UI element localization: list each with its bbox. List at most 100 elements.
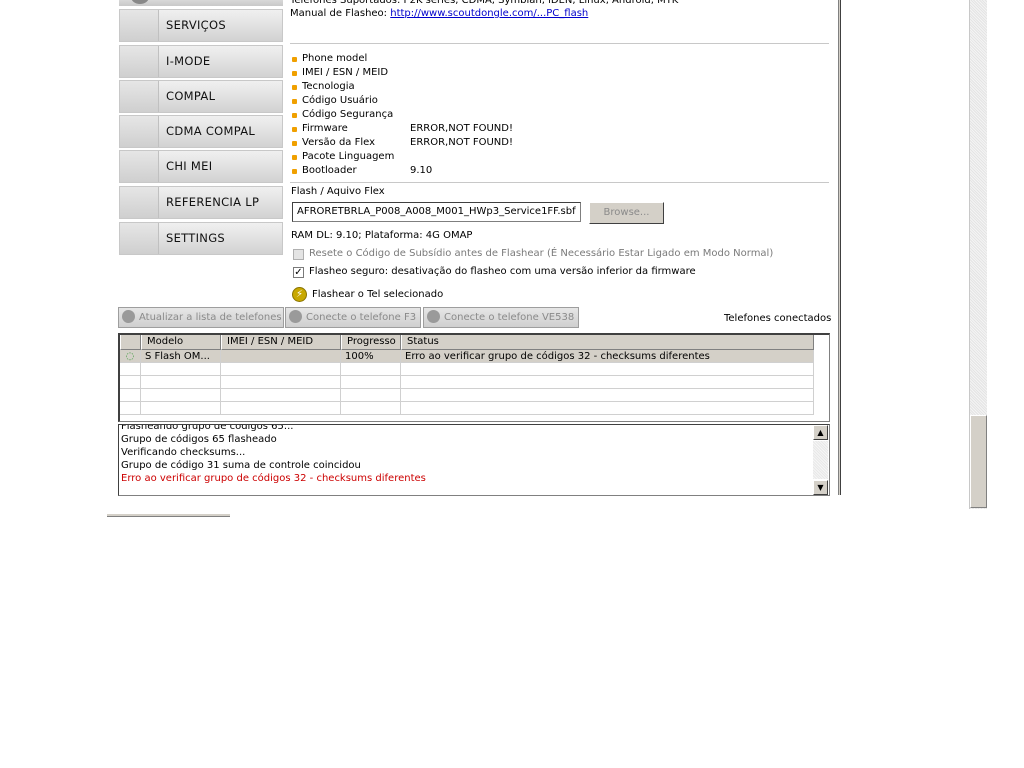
field-label-tecnologia: Tecnologia	[302, 81, 355, 92]
menu-item-label: I-MODE	[166, 54, 211, 68]
empty-cell	[141, 389, 221, 402]
scrollbar-track[interactable]	[813, 441, 828, 479]
spinner-icon: ◌	[120, 350, 141, 363]
phone-icon	[289, 309, 302, 323]
log-line: Flasheando grupo de códigos 65...	[121, 424, 294, 432]
menu-item-label: SETTINGS	[166, 231, 226, 245]
bullet-icon	[292, 113, 297, 118]
flash-file-input[interactable]: AFRORETBRLA_P008_A008_M001_HWp3_Service1…	[292, 202, 581, 222]
cell-status: Erro ao verificar grupo de códigos 32 - …	[401, 350, 814, 363]
connect-f3-label: Conecte o telefone F3	[306, 312, 417, 323]
menu-item-cdma-compal[interactable]: CDMA COMPAL	[119, 115, 283, 148]
phone-icon	[427, 309, 440, 323]
reset-subsidy-label: Resete o Código de Subsídio antes de Fla…	[309, 248, 774, 259]
divider	[290, 182, 829, 183]
cell-imei	[221, 350, 341, 363]
window-bottom-border	[107, 514, 230, 517]
column-header-modelo[interactable]: Modelo	[141, 335, 221, 350]
field-label-codigo-seguranca: Código Segurança	[302, 109, 394, 120]
menu-item-icon	[120, 187, 159, 218]
empty-cell	[341, 402, 401, 415]
refresh-icon	[122, 309, 135, 323]
bullet-icon	[292, 127, 297, 132]
menu-item-label: SERVIÇOS	[166, 18, 226, 32]
log-line: Grupo de código 31 suma de controle coin…	[121, 460, 361, 471]
empty-cell	[221, 376, 341, 389]
flash-selected-label[interactable]: Flashear o Tel selecionado	[312, 288, 443, 302]
column-header-progresso[interactable]: Progresso	[341, 335, 401, 350]
menu-icon	[131, 0, 149, 4]
bullet-icon	[292, 71, 297, 76]
empty-cell	[221, 389, 341, 402]
column-header-status[interactable]: Status	[401, 335, 814, 350]
field-value-versao-flex: ERROR,NOT FOUND!	[410, 137, 513, 148]
bullet-icon	[292, 99, 297, 104]
connect-ve538-label: Conecte o telefone VE538	[444, 312, 575, 323]
column-header-imei[interactable]: IMEI / ESN / MEID	[221, 335, 341, 350]
menu-item-partial[interactable]	[119, 0, 283, 6]
connect-f3-button[interactable]: Conecte o telefone F3	[285, 307, 421, 328]
log-line-error: Erro ao verificar grupo de códigos 32 - …	[121, 473, 426, 484]
safe-flash-checkbox[interactable]: ✓	[293, 267, 304, 278]
safe-flash-label: Flasheo seguro: desativação do flasheo c…	[309, 266, 696, 277]
menu-item-settings[interactable]: SETTINGS	[119, 222, 283, 255]
lightning-icon[interactable]: ⚡	[292, 287, 307, 302]
connected-phones-label: Telefones conectados	[724, 313, 832, 324]
manual-row: Manual de Flasheo: http://www.scoutdongl…	[290, 7, 588, 21]
flash-file-label: Flash / Aquivo Flex	[291, 186, 385, 197]
page-scrollbar[interactable]	[969, 0, 987, 509]
empty-cell	[120, 363, 141, 376]
empty-cell	[401, 402, 814, 415]
menu-item-i-mode[interactable]: I-MODE	[119, 45, 283, 78]
field-label-codigo-usuario: Código Usuário	[302, 95, 378, 106]
menu-item-icon	[120, 151, 159, 182]
menu-item-icon	[120, 116, 159, 147]
scrollbar-thumb[interactable]	[970, 415, 987, 508]
empty-cell	[120, 389, 141, 402]
log-panel[interactable]: Flasheando grupo de códigos 65... Grupo …	[118, 424, 830, 496]
field-label-pacote-linguagem: Pacote Linguagem	[302, 151, 395, 162]
column-header-icon[interactable]	[120, 335, 141, 350]
reset-subsidy-checkbox[interactable]	[293, 249, 304, 260]
window-right-border	[838, 0, 841, 495]
divider	[290, 43, 829, 44]
menu-item-icon	[120, 223, 159, 254]
empty-cell	[401, 389, 814, 402]
bullet-icon	[292, 57, 297, 62]
manual-label: Manual de Flasheo:	[290, 8, 388, 19]
empty-cell	[120, 376, 141, 389]
cell-progress: 100%	[341, 350, 401, 363]
window-left-edge	[107, 0, 108, 516]
menu-item-servicos[interactable]: SERVIÇOS	[119, 9, 283, 42]
refresh-phones-label: Atualizar a lista de telefones	[139, 312, 282, 323]
menu-item-compal[interactable]: COMPAL	[119, 80, 283, 113]
empty-cell	[141, 402, 221, 415]
field-value-firmware: ERROR,NOT FOUND!	[410, 123, 513, 134]
menu-item-label: CHI MEI	[166, 159, 213, 173]
field-label-phone-model: Phone model	[302, 53, 368, 64]
phones-table[interactable]: Modelo IMEI / ESN / MEID Progresso Statu…	[118, 333, 830, 422]
bullet-icon	[292, 141, 297, 146]
empty-cell	[341, 376, 401, 389]
ram-info: RAM DL: 9.10; Plataforma: 4G OMAP	[291, 230, 473, 241]
empty-cell	[120, 402, 141, 415]
scroll-up-button[interactable]: ▲	[813, 425, 828, 440]
field-label-imei: IMEI / ESN / MEID	[302, 67, 389, 78]
bullet-icon	[292, 169, 297, 174]
manual-link[interactable]: http://www.scoutdongle.com/...PC_flash	[390, 8, 588, 19]
refresh-phones-button[interactable]: Atualizar a lista de telefones	[118, 307, 284, 328]
menu-item-referencia-lp[interactable]: REFERENCIA LP	[119, 186, 283, 219]
menu-item-chi-mei[interactable]: CHI MEI	[119, 150, 283, 183]
bullet-icon	[292, 85, 297, 90]
log-line: Verificando checksums...	[121, 447, 246, 458]
scroll-down-button[interactable]: ▼	[813, 480, 828, 495]
browse-button[interactable]: Browse...	[589, 202, 664, 224]
empty-cell	[141, 376, 221, 389]
bullet-icon	[292, 155, 297, 160]
empty-cell	[141, 363, 221, 376]
menu-item-label: COMPAL	[166, 89, 216, 103]
empty-cell	[221, 363, 341, 376]
field-label-bootloader: Bootloader	[302, 165, 357, 176]
connect-ve538-button[interactable]: Conecte o telefone VE538	[423, 307, 579, 328]
field-label-firmware: Firmware	[302, 123, 348, 134]
